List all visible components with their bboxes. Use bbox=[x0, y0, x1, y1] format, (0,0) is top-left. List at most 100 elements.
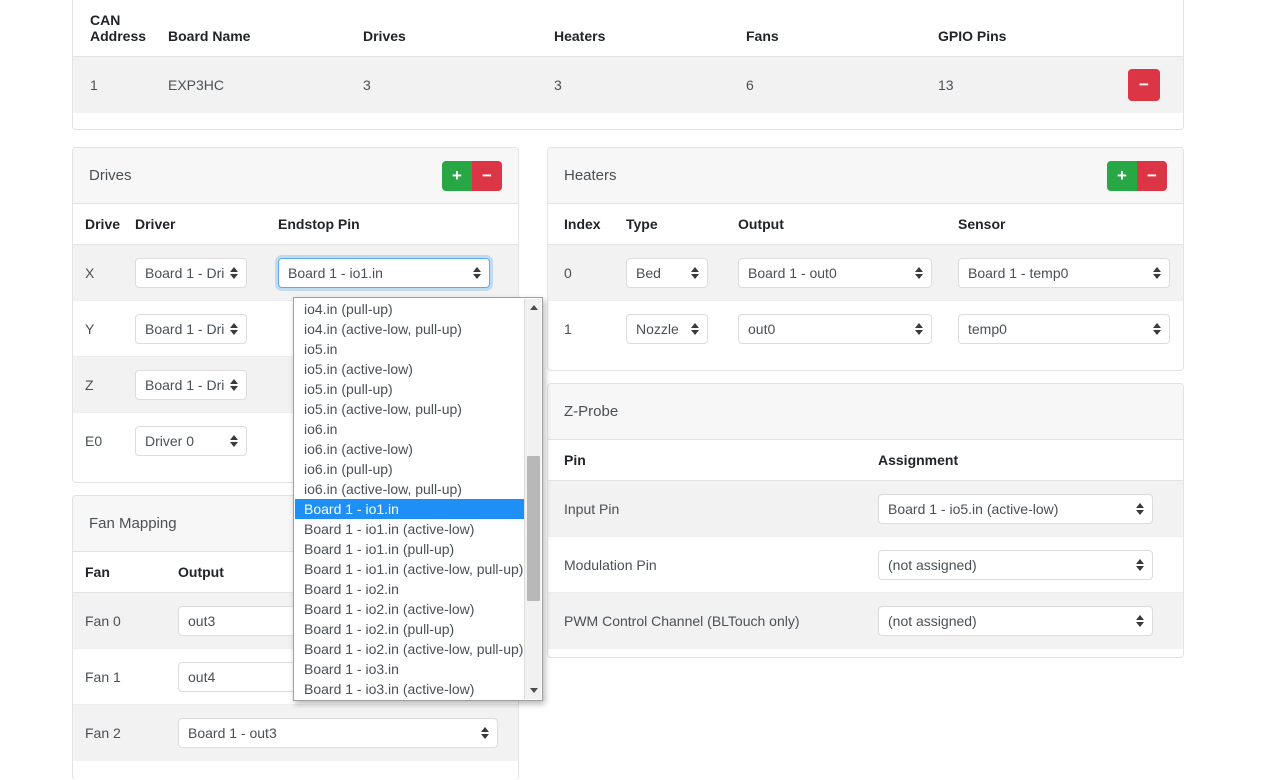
cell-heater-1-output: out0 bbox=[738, 301, 958, 357]
chevron-updown-icon bbox=[230, 378, 239, 392]
dropdown-scrollbar[interactable] bbox=[524, 299, 541, 699]
scroll-up-arrow-icon[interactable] bbox=[525, 299, 542, 316]
scrollbar-thumb[interactable] bbox=[527, 456, 540, 601]
heater-0-sensor-select[interactable]: Board 1 - temp0 bbox=[958, 257, 1170, 288]
modulation-pin-select[interactable]: (not assigned) bbox=[878, 549, 1153, 580]
col-pin: Pin bbox=[548, 440, 878, 481]
endstop-select-x-value: Board 1 - io1.in bbox=[288, 264, 383, 281]
dropdown-option[interactable]: io5.in (pull-up) bbox=[295, 379, 524, 399]
dropdown-option[interactable]: io6.in bbox=[295, 419, 524, 439]
col-drives: Drives bbox=[363, 0, 554, 57]
pwm-channel-select[interactable]: (not assigned) bbox=[878, 605, 1153, 636]
endstop-pin-dropdown-list[interactable]: io4.in (pull-up) io4.in (active-low, pull… bbox=[293, 297, 543, 701]
chevron-updown-icon bbox=[915, 322, 924, 336]
dropdown-option[interactable]: Board 1 - io2.in (pull-up) bbox=[295, 619, 524, 639]
dropdown-option[interactable]: io6.in (pull-up) bbox=[295, 459, 524, 479]
dropdown-option[interactable]: Board 1 - io1.in (active-low) bbox=[295, 519, 524, 539]
dropdown-option[interactable]: Board 1 - io1.in bbox=[295, 499, 524, 519]
dropdown-option[interactable]: io5.in (active-low) bbox=[295, 359, 524, 379]
dropdown-option[interactable]: Board 1 - io1.in (pull-up) bbox=[295, 539, 524, 559]
heater-1-sensor-select[interactable]: temp0 bbox=[958, 313, 1170, 344]
dropdown-option[interactable]: Board 1 - io1.in (active-low, pull-up) bbox=[295, 559, 524, 579]
cell-drive-e0: E0 bbox=[85, 432, 103, 449]
add-drive-button[interactable] bbox=[442, 160, 472, 191]
endstop-select-x[interactable]: Board 1 - io1.in bbox=[278, 257, 490, 288]
driver-select-y-value: Board 1 - Dri bbox=[145, 320, 225, 337]
driver-select-e0[interactable]: Driver 0 bbox=[135, 425, 247, 456]
cell-heater-0-output: Board 1 - out0 bbox=[738, 244, 958, 301]
dropdown-option[interactable]: Board 1 - io2.in (active-low) bbox=[295, 599, 524, 619]
cell-heaters: 3 bbox=[554, 56, 746, 113]
heater-1-output-select[interactable]: out0 bbox=[738, 313, 932, 344]
col-actions bbox=[1128, 0, 1183, 57]
driver-select-x-value: Board 1 - Dri bbox=[145, 264, 225, 281]
remove-heater-button[interactable] bbox=[1137, 160, 1167, 191]
heaters-table-header-row: Index Type Output Sensor bbox=[548, 204, 1183, 245]
cell-heater-1-sensor: temp0 bbox=[958, 301, 1183, 357]
chevron-updown-icon bbox=[473, 266, 482, 280]
chevron-updown-icon bbox=[691, 266, 700, 280]
cell-modulation-pin-label: Modulation Pin bbox=[548, 536, 878, 593]
dropdown-option-list[interactable]: io4.in (pull-up) io4.in (active-low, pull… bbox=[295, 299, 524, 699]
cell-heater-0-index: 0 bbox=[548, 244, 626, 301]
input-pin-value: Board 1 - io5.in (active-low) bbox=[888, 500, 1059, 517]
heater-0-output-select[interactable]: Board 1 - out0 bbox=[738, 257, 932, 288]
dropdown-option[interactable]: Board 1 - io3.in (active-low) bbox=[295, 679, 524, 699]
remove-drive-button[interactable] bbox=[472, 160, 502, 191]
heaters-title: Heaters bbox=[564, 167, 617, 184]
modulation-pin-value: (not assigned) bbox=[888, 556, 977, 573]
heater-0-type-select[interactable]: Bed bbox=[626, 257, 708, 288]
table-row: 1 EXP3HC 3 3 6 13 bbox=[73, 56, 1183, 113]
scroll-down-arrow-icon[interactable] bbox=[525, 682, 542, 699]
heater-1-type-value: Nozzle bbox=[636, 320, 679, 337]
chevron-updown-icon bbox=[1153, 266, 1162, 280]
heaters-card: Heaters Index Type Output Sensor bbox=[547, 147, 1184, 371]
dropdown-option[interactable]: io5.in bbox=[295, 339, 524, 359]
fan-0-output-value: out3 bbox=[188, 612, 216, 629]
table-row: 0 Bed Board 1 - out0 Board 1 - temp0 bbox=[548, 244, 1183, 301]
cell-heater-1-index: 1 bbox=[564, 320, 572, 337]
table-row: PWM Control Channel (BLTouch only) (not … bbox=[548, 592, 1183, 649]
cell-board-name: EXP3HC bbox=[168, 56, 363, 113]
zprobe-card-header: Z-Probe bbox=[548, 384, 1183, 440]
chevron-updown-icon bbox=[1136, 614, 1145, 628]
col-fan: Fan bbox=[73, 552, 178, 593]
boards-table-header-row: CAN Address Board Name Drives Heaters Fa… bbox=[73, 0, 1183, 57]
plus-icon bbox=[452, 167, 462, 184]
dropdown-option[interactable]: Board 1 - io3.in bbox=[295, 659, 524, 679]
heaters-actions bbox=[1107, 160, 1167, 191]
cell-driver-z: Board 1 - Dri bbox=[135, 356, 278, 413]
table-row: 1 Nozzle out0 temp0 bbox=[548, 301, 1183, 357]
cell-modulation-pin-assignment: (not assigned) bbox=[878, 536, 1183, 593]
driver-select-z[interactable]: Board 1 - Dri bbox=[135, 369, 247, 400]
dropdown-option[interactable]: Board 1 - io2.in (active-low, pull-up) bbox=[295, 639, 524, 659]
driver-select-y[interactable]: Board 1 - Dri bbox=[135, 313, 247, 344]
cell-fan-2: Fan 2 bbox=[73, 704, 178, 761]
cell-driver-x: Board 1 - Dri bbox=[135, 244, 278, 301]
table-row: X Board 1 - Dri Board 1 - io1.in bbox=[73, 244, 518, 301]
dropdown-option[interactable]: io5.in (active-low, pull-up) bbox=[295, 399, 524, 419]
heater-1-type-select[interactable]: Nozzle bbox=[626, 313, 708, 344]
col-index: Index bbox=[548, 204, 626, 245]
dropdown-option[interactable]: io6.in (active-low, pull-up) bbox=[295, 479, 524, 499]
input-pin-select[interactable]: Board 1 - io5.in (active-low) bbox=[878, 493, 1153, 524]
chevron-updown-icon bbox=[1136, 502, 1145, 516]
dropdown-option[interactable]: io4.in (active-low, pull-up) bbox=[295, 319, 524, 339]
heater-0-type-value: Bed bbox=[636, 264, 661, 281]
fan-mapping-title: Fan Mapping bbox=[89, 515, 177, 532]
zprobe-table-header-row: Pin Assignment bbox=[548, 440, 1183, 481]
minus-icon bbox=[1139, 76, 1149, 93]
delete-board-button[interactable] bbox=[1128, 68, 1160, 101]
add-heater-button[interactable] bbox=[1107, 160, 1137, 191]
dropdown-option[interactable]: Board 1 - io2.in bbox=[295, 579, 524, 599]
zprobe-title: Z-Probe bbox=[564, 403, 619, 420]
col-can-address-line1: CAN bbox=[90, 12, 121, 28]
heaters-table: Index Type Output Sensor 0 Bed Board 1 -… bbox=[548, 204, 1183, 357]
fan-2-output-value: Board 1 - out3 bbox=[188, 724, 277, 741]
driver-select-x[interactable]: Board 1 - Dri bbox=[135, 257, 247, 288]
dropdown-option[interactable]: io4.in (pull-up) bbox=[295, 299, 524, 319]
cell-driver-e0: Driver 0 bbox=[135, 413, 278, 469]
dropdown-option[interactable]: io6.in (active-low) bbox=[295, 439, 524, 459]
config-tool-page: CAN Address Board Name Drives Heaters Fa… bbox=[0, 0, 1288, 780]
fan-2-output-select[interactable]: Board 1 - out3 bbox=[178, 717, 498, 748]
